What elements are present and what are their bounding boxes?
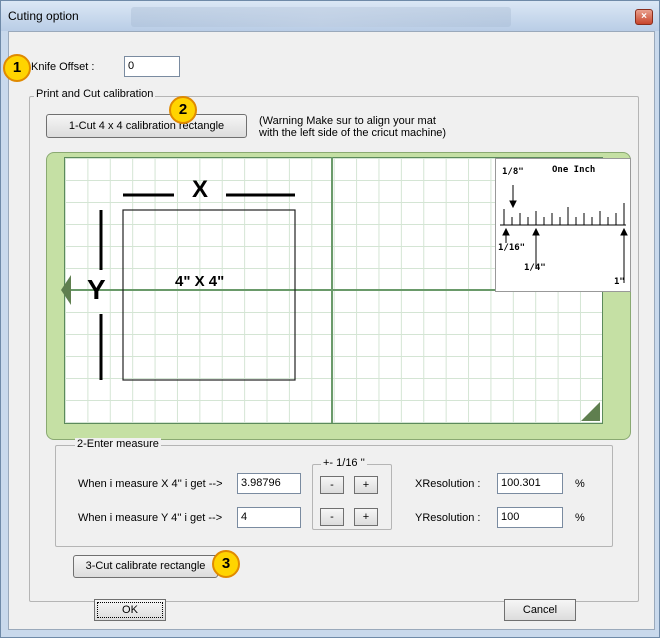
step-legend: +- 1/16 ''	[321, 457, 367, 469]
cut-calibrate-rectangle-button[interactable]: 3-Cut calibrate rectangle	[73, 555, 218, 578]
cancel-button[interactable]: Cancel	[504, 599, 576, 621]
x-resolution-label: XResolution :	[415, 478, 481, 490]
ruler-eighth-label: 1/8"	[502, 167, 524, 177]
ruler-graphic	[500, 185, 628, 283]
ruler-quarter-label: 1/4"	[524, 263, 546, 273]
ruler-sixteenth-label: 1/16"	[498, 243, 526, 253]
close-button[interactable]: ×	[635, 9, 653, 25]
x-plus-button[interactable]: +	[354, 476, 378, 494]
ruler-one-inch-top-label: One Inch	[552, 165, 596, 175]
x-dimension-label: X	[192, 176, 209, 203]
title-bar[interactable]: Cuting option ×	[1, 1, 659, 31]
measure-x-input[interactable]: 3.98796	[237, 473, 301, 494]
dialog-client-area: 1 Knife Offset : 0 Print and Cut calibra…	[3, 31, 655, 630]
dialog-window: Cuting option × 1 Knife Offset : 0 Print…	[0, 0, 660, 638]
mat-left-arrow-icon	[61, 275, 71, 305]
enter-measure-legend: 2-Enter measure	[75, 438, 161, 450]
ruler-one-inch-bottom-label: 1"	[614, 277, 625, 287]
measure-y-input[interactable]: 4	[237, 507, 301, 528]
y-plus-button[interactable]: +	[354, 508, 378, 526]
y-resolution-input[interactable]: 100	[497, 507, 563, 528]
y-dimension-label: Y	[87, 274, 106, 305]
calibration-rectangle	[122, 209, 296, 381]
y-resolution-percent: %	[575, 512, 585, 524]
step-badge-3: 3	[212, 550, 240, 578]
measure-x-label: When i measure X 4'' i get -->	[78, 478, 223, 490]
background-blur	[131, 7, 511, 27]
x-minus-button[interactable]: -	[320, 476, 344, 494]
mat-corner-icon	[581, 402, 600, 421]
y-minus-button[interactable]: -	[320, 508, 344, 526]
window-title: Cuting option	[8, 9, 79, 23]
x-resolution-input[interactable]: 100.301	[497, 473, 563, 494]
ok-button[interactable]: OK	[94, 599, 166, 621]
rectangle-size-label: 4" X 4"	[175, 273, 225, 290]
y-resolution-label: YResolution :	[415, 512, 481, 524]
x-resolution-percent: %	[575, 478, 585, 490]
measure-y-label: When i measure Y 4'' i get -->	[78, 512, 223, 524]
ruler-inset: 1/8" One Inch 1/16" 1/4" 1"	[495, 158, 631, 292]
